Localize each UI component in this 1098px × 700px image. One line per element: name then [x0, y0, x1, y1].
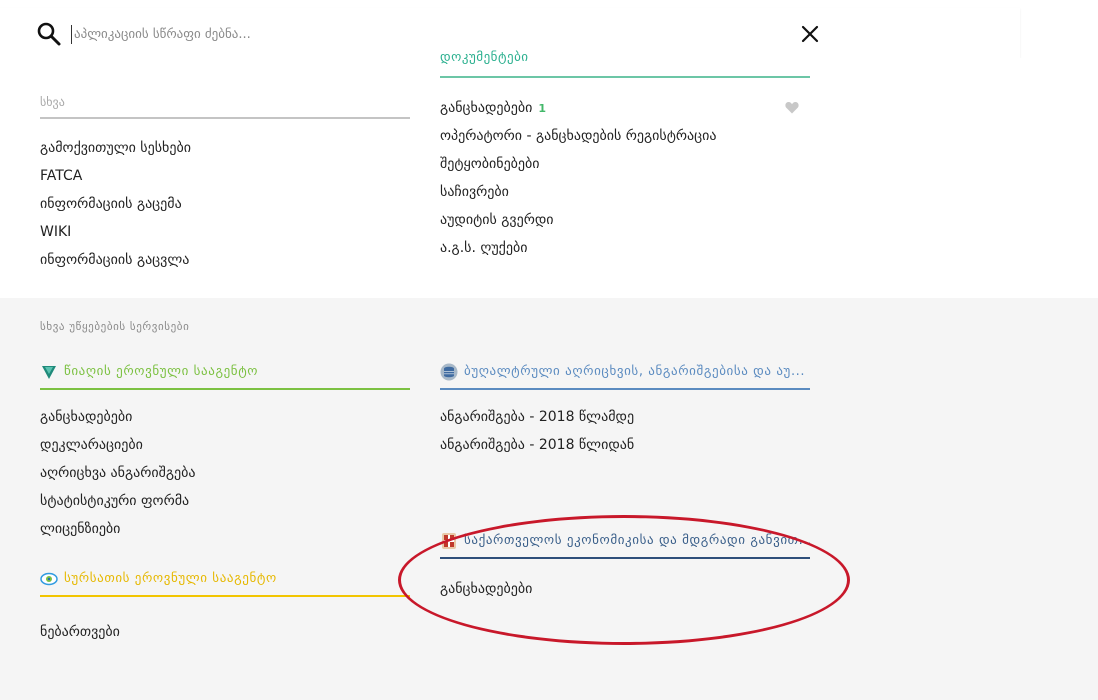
close-icon[interactable]	[798, 22, 822, 46]
mining-agency-links: განცხადებები დეკლარაციები აღრიცხვა ანგარ…	[40, 403, 195, 543]
block-underline	[440, 388, 810, 390]
database-icon	[440, 363, 458, 381]
economy-ministry-links: განცხადებები	[440, 575, 532, 603]
block-title: ბუღალტრული აღრიცხვის, ანგარიშგებისა და ა…	[464, 364, 806, 379]
block-heading-economy-ministry[interactable]: საქართველოს ეკონომიკისა და მდგრადი განვი…	[440, 530, 810, 554]
list-item[interactable]: ანგარიშგება - 2018 წლიდან	[440, 431, 634, 459]
drop-shield-icon	[42, 366, 56, 379]
other-agencies-section: სხვა უწყებების სერვისები წიაღის ეროვნული…	[0, 298, 1098, 700]
list-item[interactable]: აღრიცხვა ანგარიშგება	[40, 459, 195, 487]
list-item[interactable]: ნებართვები	[40, 618, 120, 646]
eye-badge-icon	[40, 572, 58, 586]
list-item[interactable]: ინფორმაციის გაცემა	[40, 190, 191, 218]
block-title: სურსათის ეროვნული სააგენტო	[64, 571, 277, 586]
block-heading-food-agency[interactable]: სურსათის ეროვნული სააგენტო	[40, 568, 410, 592]
block-underline	[440, 557, 810, 559]
heart-icon[interactable]	[785, 101, 799, 114]
list-item-label: განცხადებები	[440, 100, 533, 116]
section-title: სხვა უწყებების სერვისები	[40, 320, 190, 333]
list-item[interactable]: განცხადებები	[440, 575, 532, 603]
search-icon[interactable]	[36, 21, 62, 47]
list-item[interactable]: ინფორმაციის გაცვლა	[40, 246, 191, 274]
other-links-list: გამოქვითული სესხები FATCA ინფორმაციის გა…	[40, 134, 191, 274]
list-item-statements[interactable]: განცხადებები 1	[440, 94, 717, 122]
list-item[interactable]: საჩივრები	[440, 178, 717, 206]
block-underline	[40, 595, 410, 597]
block-title: საქართველოს ეკონომიკისა და მდგრადი განვი…	[464, 533, 810, 548]
list-item[interactable]: ოპერატორი - განცხადების რეგისტრაცია	[440, 122, 717, 150]
accounting-links: ანგარიშგება - 2018 წლამდე ანგარიშგება - …	[440, 403, 634, 459]
list-item[interactable]: გამოქვითული სესხები	[40, 134, 191, 162]
search-input[interactable]	[74, 20, 674, 48]
other-heading-underline	[40, 117, 410, 119]
georgia-emblem-icon	[442, 533, 456, 549]
list-item[interactable]: დეკლარაციები	[40, 431, 195, 459]
list-item[interactable]: WIKI	[40, 218, 191, 246]
list-item[interactable]: FATCA	[40, 162, 191, 190]
block-heading-accounting[interactable]: ბუღალტრული აღრიცხვის, ანგარიშგებისა და ა…	[440, 361, 810, 385]
other-heading: სხვა	[40, 95, 65, 109]
list-item[interactable]: განცხადებები	[40, 403, 195, 431]
documents-heading-underline	[440, 76, 810, 78]
block-underline	[40, 388, 410, 390]
block-title: წიაღის ეროვნული სააგენტო	[64, 364, 259, 379]
block-heading-mining-agency[interactable]: წიაღის ეროვნული სააგენტო	[40, 361, 410, 385]
count-badge: 1	[538, 102, 547, 115]
list-item[interactable]: აუდიტის გვერდი	[440, 206, 717, 234]
text-cursor	[71, 25, 72, 44]
documents-heading: დოკუმენტები	[440, 50, 529, 64]
list-item[interactable]: ანგარიშგება - 2018 წლამდე	[440, 403, 634, 431]
list-item[interactable]: ლიცენზიები	[40, 515, 195, 543]
list-item[interactable]: ა.გ.ს. ღუქები	[440, 234, 717, 262]
top-section: სხვა გამოქვითული სესხები FATCA ინფორმაცი…	[0, 50, 1098, 298]
documents-links-list: განცხადებები 1 ოპერატორი - განცხადების რე…	[440, 94, 717, 262]
list-item[interactable]: შეტყობინებები	[440, 150, 717, 178]
list-item[interactable]: სტატისტიკური ფორმა	[40, 487, 195, 515]
food-agency-links: ნებართვები	[40, 618, 120, 646]
